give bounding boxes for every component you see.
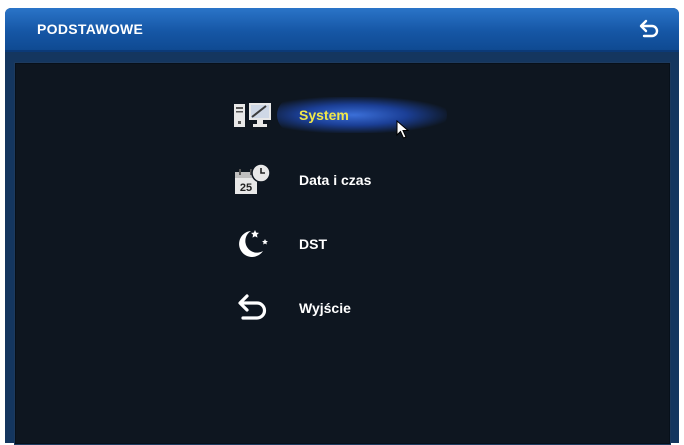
moon-stars-icon bbox=[233, 227, 277, 261]
calendar-clock-icon: 25 bbox=[233, 163, 277, 197]
svg-text:25: 25 bbox=[240, 182, 252, 194]
menu-panel: System 25 Data i czas DST Wyjście bbox=[14, 62, 671, 445]
menu-item-label: Wyjście bbox=[299, 300, 351, 316]
menu-item-label: DST bbox=[299, 236, 327, 252]
window-title: PODSTAWOWE bbox=[37, 21, 144, 37]
back-icon[interactable] bbox=[637, 18, 661, 40]
menu-item-date-time[interactable]: 25 Data i czas bbox=[233, 161, 443, 199]
title-bar: PODSTAWOWE bbox=[5, 8, 679, 52]
back-arrow-icon bbox=[233, 291, 277, 325]
menu-item-label: System bbox=[299, 107, 349, 123]
menu-item-system[interactable]: System bbox=[233, 96, 443, 134]
menu-item-label: Data i czas bbox=[299, 172, 372, 188]
mouse-cursor-icon bbox=[396, 119, 410, 140]
computer-icon bbox=[233, 98, 277, 132]
dialog-window: PODSTAWOWE System 25 Data i czas DST Wyj… bbox=[5, 8, 679, 445]
menu-item-dst[interactable]: DST bbox=[233, 225, 443, 263]
menu-item-exit[interactable]: Wyjście bbox=[233, 289, 443, 327]
